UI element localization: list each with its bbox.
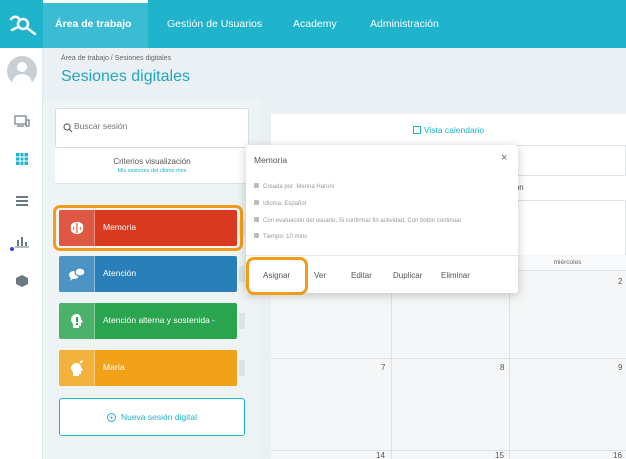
session-select[interactable]: sión (500, 175, 626, 201)
edit-button[interactable]: Editar (351, 271, 372, 280)
drag-handle[interactable] (239, 360, 245, 376)
session-item-atencion-alterna[interactable]: Atención alterna y sostenida - (59, 303, 245, 339)
grid-line (271, 358, 626, 359)
cube-icon[interactable] (14, 274, 30, 288)
list-icon[interactable] (14, 194, 30, 208)
plus-circle-icon: + (106, 413, 116, 423)
grid-line (271, 450, 626, 451)
day-number[interactable]: 9 (618, 363, 622, 372)
detail-options: Con evaluación del usuario, Si confirmar… (254, 217, 461, 224)
session-item-atencion[interactable]: Atención (59, 256, 245, 292)
popup-title: Memoria (254, 155, 288, 165)
bar-chart-icon[interactable] (14, 234, 30, 248)
tab-vista-calendario[interactable]: Vista calendario (271, 114, 626, 146)
new-session-button[interactable]: + Nueva sesión digital (59, 398, 245, 436)
detail-language: Idioma: Español (254, 200, 306, 207)
detail-creator: Creada por: Merina Haruni (254, 183, 334, 190)
day-number[interactable]: 15 (495, 451, 504, 459)
monitor-icon[interactable] (14, 114, 30, 128)
session-item-maria[interactable]: María (59, 350, 245, 386)
delete-button[interactable]: Eliminar (441, 271, 470, 280)
avatar[interactable] (7, 56, 37, 86)
search-input[interactable] (74, 121, 234, 131)
indicator-dot (10, 247, 14, 251)
criteria-selector[interactable]: Criterios visualización Mis sesiones del… (55, 148, 249, 184)
nav-gestion-usuarios[interactable]: Gestión de Usuarios (155, 0, 274, 48)
nav-administracion[interactable]: Administración (358, 0, 451, 48)
new-session-label: Nueva sesión digital (120, 412, 198, 422)
detail-time: Tiempo: 10 mins (254, 233, 307, 240)
settings-icon (254, 217, 259, 222)
tab-label: Vista calendario (423, 125, 485, 135)
highlight-box-memoria (53, 205, 243, 251)
drag-handle[interactable] (239, 313, 245, 329)
chat-bubbles-icon (59, 256, 95, 292)
close-icon[interactable]: × (501, 152, 507, 164)
search-icon (63, 123, 73, 133)
app-logo-icon[interactable] (8, 10, 38, 38)
session-label: Atención alterna y sostenida - (103, 315, 215, 325)
grid-icon[interactable] (14, 152, 30, 166)
breadcrumb: Área de trabajo / Sesiones digitales (61, 55, 172, 62)
divider (246, 255, 518, 256)
session-label: Atención (103, 268, 137, 278)
user-icon (254, 183, 259, 188)
view-button[interactable]: Ver (314, 271, 326, 280)
criteria-title: Criterios visualización (113, 157, 191, 166)
day-number[interactable]: 14 (376, 451, 385, 459)
search-box (55, 108, 249, 148)
day-number[interactable]: 7 (381, 363, 385, 372)
session-label: María (103, 362, 125, 372)
head-exclamation-icon (59, 303, 95, 339)
clock-icon (254, 233, 259, 238)
day-number[interactable]: 8 (500, 363, 504, 372)
criteria-subtitle: Mis sesiones del último mes (117, 168, 187, 174)
head-music-icon (59, 350, 95, 386)
calendar-icon (412, 126, 421, 134)
weekday-header: miércoles (509, 255, 626, 271)
highlight-box-asignar (246, 257, 308, 295)
nav-area-de-trabajo[interactable]: Área de trabajo (43, 0, 148, 48)
left-sidebar (0, 48, 43, 459)
duplicate-button[interactable]: Duplicar (393, 271, 422, 280)
day-number[interactable]: 16 (613, 451, 622, 459)
drag-handle[interactable] (239, 266, 245, 282)
top-navbar: Área de trabajo Gestión de Usuarios Acad… (0, 0, 626, 48)
day-number[interactable]: 2 (618, 277, 622, 286)
language-icon (254, 200, 259, 205)
nav-academy[interactable]: Academy (281, 0, 349, 48)
page-title: Sesiones digitales (61, 68, 190, 85)
